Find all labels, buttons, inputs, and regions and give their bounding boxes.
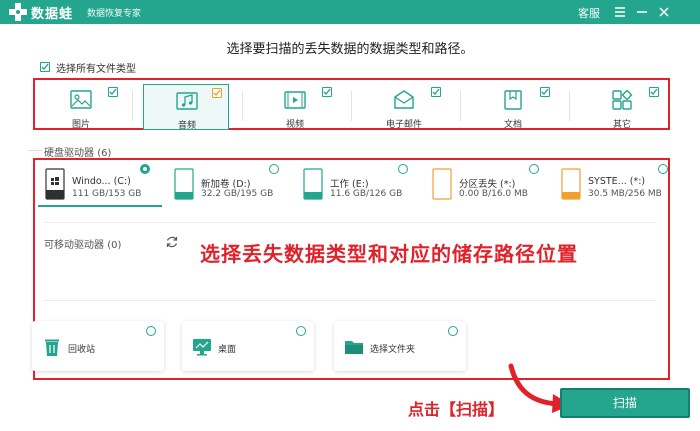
customer-service-link[interactable]: 客服 <box>578 5 600 21</box>
drive-c[interactable]: Windo... (C:) 111 GB/153 GB <box>38 163 162 207</box>
drive-c-radio[interactable] <box>140 164 150 174</box>
drive-d-radio[interactable] <box>269 164 279 174</box>
drive-lost-partition[interactable]: 分区丢失 (*:) 0.00 B/16.0 MB <box>425 163 549 207</box>
file-type-document[interactable]: 文档 <box>470 84 556 130</box>
location-desktop[interactable]: 桌面 <box>182 321 314 371</box>
location-label: 回收站 <box>68 345 96 355</box>
drive-icon <box>303 168 323 200</box>
drive-size: 32.2 GB/195 GB <box>201 189 274 199</box>
recycle-bin-radio[interactable] <box>146 326 156 336</box>
file-type-image[interactable]: 图片 <box>38 84 124 130</box>
removable-label: 可移动驱动器 <box>44 240 104 251</box>
file-type-other-checkbox[interactable] <box>649 87 659 97</box>
recycle-bin-icon <box>45 339 59 356</box>
file-type-audio-checkbox[interactable] <box>212 88 222 98</box>
app-subtitle: 数据恢复专家 <box>87 9 142 19</box>
separator <box>460 91 461 121</box>
drive-system[interactable]: SYSTE... (*:) 30.5 MB/256 MB <box>554 163 668 207</box>
image-icon <box>70 90 92 109</box>
menu-icon[interactable] <box>612 4 628 20</box>
removable-section-label: 可移动驱动器 (0) <box>44 236 121 251</box>
divider <box>28 150 42 151</box>
select-all-types[interactable]: 选择所有文件类型 <box>40 60 136 75</box>
drive-e-radio[interactable] <box>398 164 408 174</box>
file-type-video[interactable]: 视频 <box>252 84 338 130</box>
removable-count: (0) <box>107 240 122 251</box>
location-label: 选择文件夹 <box>370 345 416 355</box>
separator <box>242 91 243 121</box>
check-icon <box>109 88 117 96</box>
minimize-icon[interactable] <box>634 4 650 20</box>
file-type-video-label: 视频 <box>285 120 304 130</box>
drive-name: Windo... (C:) <box>72 176 131 187</box>
page-heading: 选择要扫描的丢失数据的数据类型和路径。 <box>226 42 474 57</box>
file-type-email[interactable]: 电子邮件 <box>361 84 447 130</box>
location-select-folder[interactable]: 选择文件夹 <box>334 321 466 371</box>
separator <box>132 91 133 121</box>
instruction-annotation: 选择丢失数据类型和对应的储存路径位置 <box>200 242 578 266</box>
file-type-document-label: 文档 <box>503 120 522 130</box>
drive-size: 11.6 GB/126 GB <box>330 189 403 199</box>
drive-size: 30.5 MB/256 MB <box>588 189 662 199</box>
windows-drive-icon <box>45 168 65 200</box>
divider <box>44 300 656 301</box>
file-type-panel: 图片 音频 视频 电子邮件 文档 其它 <box>33 78 670 131</box>
divider <box>44 222 656 223</box>
drive-name: 新加卷 (D:) <box>201 179 251 190</box>
select-folder-radio[interactable] <box>448 326 458 336</box>
check-icon <box>41 63 49 71</box>
title-bar: 数据蛙 数据恢复专家 客服 <box>0 0 700 24</box>
check-icon <box>650 88 658 96</box>
drive-icon <box>174 168 194 200</box>
separator <box>351 91 352 121</box>
folder-icon <box>345 341 363 354</box>
drive-name: SYSTE... (*:) <box>588 176 646 187</box>
drive-d[interactable]: 新加卷 (D:) 32.2 GB/195 GB <box>167 163 291 207</box>
file-type-audio-label: 音频 <box>177 121 196 131</box>
file-type-other[interactable]: 其它 <box>579 84 665 130</box>
scan-button[interactable]: 扫描 <box>560 388 690 418</box>
desktop-icon <box>193 339 211 356</box>
drive-name: 工作 (E:) <box>330 179 369 190</box>
location-label: 桌面 <box>218 345 237 355</box>
app-brand: 数据蛙 <box>31 7 74 22</box>
select-all-checkbox[interactable] <box>40 62 50 72</box>
check-icon <box>213 89 221 97</box>
check-icon <box>541 88 549 96</box>
file-type-email-label: 电子邮件 <box>385 120 422 130</box>
click-scan-annotation: 点击【扫描】 <box>408 400 505 419</box>
file-type-image-label: 图片 <box>71 120 90 130</box>
drive-e[interactable]: 工作 (E:) 11.6 GB/126 GB <box>296 163 420 207</box>
file-type-other-label: 其它 <box>612 120 631 130</box>
location-recycle-bin[interactable]: 回收站 <box>32 321 164 371</box>
file-type-video-checkbox[interactable] <box>322 87 332 97</box>
separator <box>569 91 570 121</box>
file-type-document-checkbox[interactable] <box>540 87 550 97</box>
file-type-audio[interactable]: 音频 <box>143 84 229 131</box>
desktop-radio[interactable] <box>296 326 306 336</box>
email-icon <box>394 90 414 109</box>
drive-system-radio[interactable] <box>658 164 668 174</box>
audio-icon <box>176 92 198 110</box>
check-icon <box>432 88 440 96</box>
file-type-image-checkbox[interactable] <box>108 87 118 97</box>
app-logo-icon <box>9 3 27 21</box>
select-all-label: 选择所有文件类型 <box>56 63 136 75</box>
system-drive-icon <box>561 168 581 200</box>
check-icon <box>323 88 331 96</box>
drive-name: 分区丢失 (*:) <box>459 179 516 190</box>
drive-lost-radio[interactable] <box>529 164 539 174</box>
file-type-email-checkbox[interactable] <box>431 87 441 97</box>
video-icon <box>284 91 306 109</box>
drive-size: 111 GB/153 GB <box>72 189 142 199</box>
other-icon <box>612 89 633 110</box>
document-icon <box>504 90 522 110</box>
lost-partition-icon <box>432 168 452 200</box>
drive-size: 0.00 B/16.0 MB <box>459 189 528 199</box>
close-icon[interactable] <box>656 4 672 20</box>
refresh-icon[interactable] <box>165 235 179 249</box>
hard-disk-section-label: 硬盘驱动器 (6) <box>44 144 111 159</box>
